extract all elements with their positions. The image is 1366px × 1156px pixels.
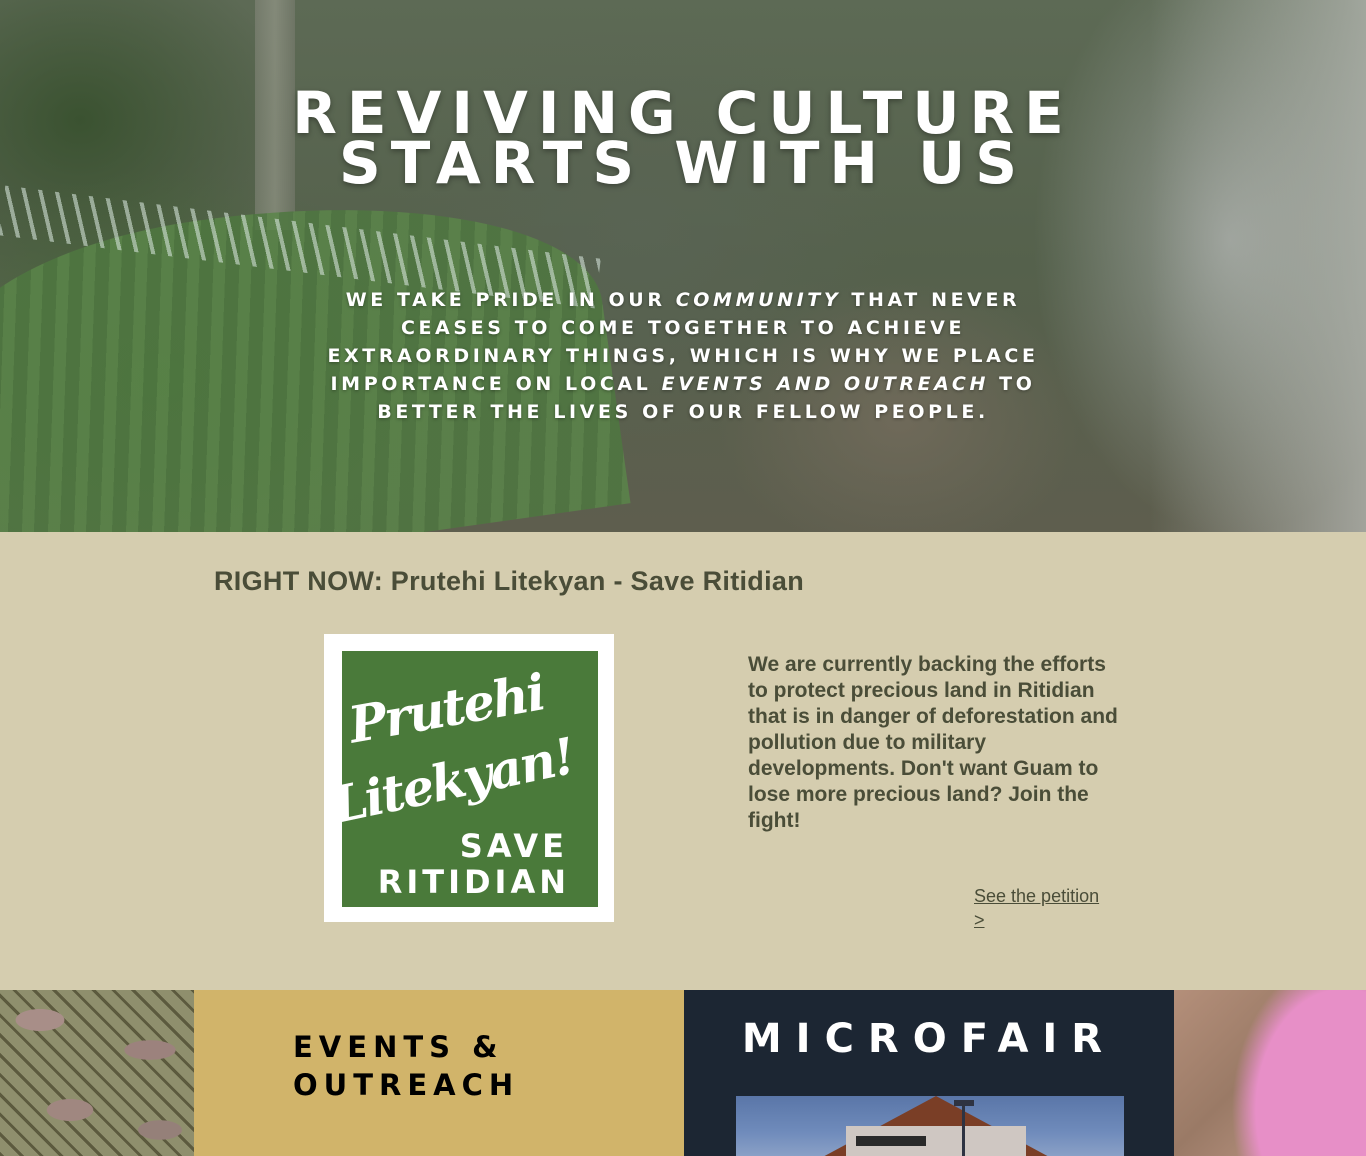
hero-text-part-1: WE TAKE PRIDE IN OUR bbox=[345, 289, 676, 311]
right-now-section: RIGHT NOW: Prutehi Litekyan - Save Ritid… bbox=[0, 532, 1366, 990]
events-outreach-title: EVENTS & OUTREACH bbox=[293, 1030, 520, 1102]
hero-intro-text: WE TAKE PRIDE IN OUR COMMUNITY THAT NEVE… bbox=[320, 286, 1046, 426]
events-outreach-panel[interactable]: EVENTS & OUTREACH bbox=[194, 990, 684, 1156]
bottom-strip: EVENTS & OUTREACH MICROFAIR bbox=[0, 990, 1366, 1156]
microfair-title: MICROFAIR bbox=[741, 1016, 1117, 1062]
photo-light-pole bbox=[962, 1100, 965, 1156]
photo-sign bbox=[856, 1136, 926, 1146]
right-now-title: RIGHT NOW: Prutehi Litekyan - Save Ritid… bbox=[214, 566, 804, 596]
photo-light-fixture bbox=[954, 1100, 974, 1106]
hero-title: REVIVING CULTURE STARTS WITH US bbox=[0, 84, 1366, 192]
hero-section: REVIVING CULTURE STARTS WITH US WE TAKE … bbox=[0, 0, 1366, 532]
see-petition-link[interactable]: See the petition > bbox=[974, 884, 1114, 932]
logo-save-line-1: SAVE bbox=[459, 827, 568, 865]
prutehi-litekyan-logo: Prutehi Litekyan! SAVE RITIDIAN bbox=[324, 634, 614, 922]
logo-green-box: Prutehi Litekyan! SAVE RITIDIAN bbox=[327, 651, 598, 907]
microfair-panel[interactable]: MICROFAIR bbox=[684, 990, 1174, 1156]
hero-background-light bbox=[1150, 0, 1366, 532]
logo-save-line-2: RITIDIAN bbox=[377, 863, 570, 901]
hero-title-line-2: STARTS WITH US bbox=[338, 129, 1028, 197]
microfair-building-photo bbox=[736, 1096, 1124, 1156]
hero-text-community: COMMUNITY bbox=[675, 289, 842, 311]
right-now-description: We are currently backing the efforts to … bbox=[748, 653, 1118, 832]
hero-text-events: EVENTS AND OUTREACH bbox=[661, 373, 989, 395]
strip-photo-left bbox=[0, 990, 194, 1156]
strip-photo-right bbox=[1174, 990, 1366, 1156]
